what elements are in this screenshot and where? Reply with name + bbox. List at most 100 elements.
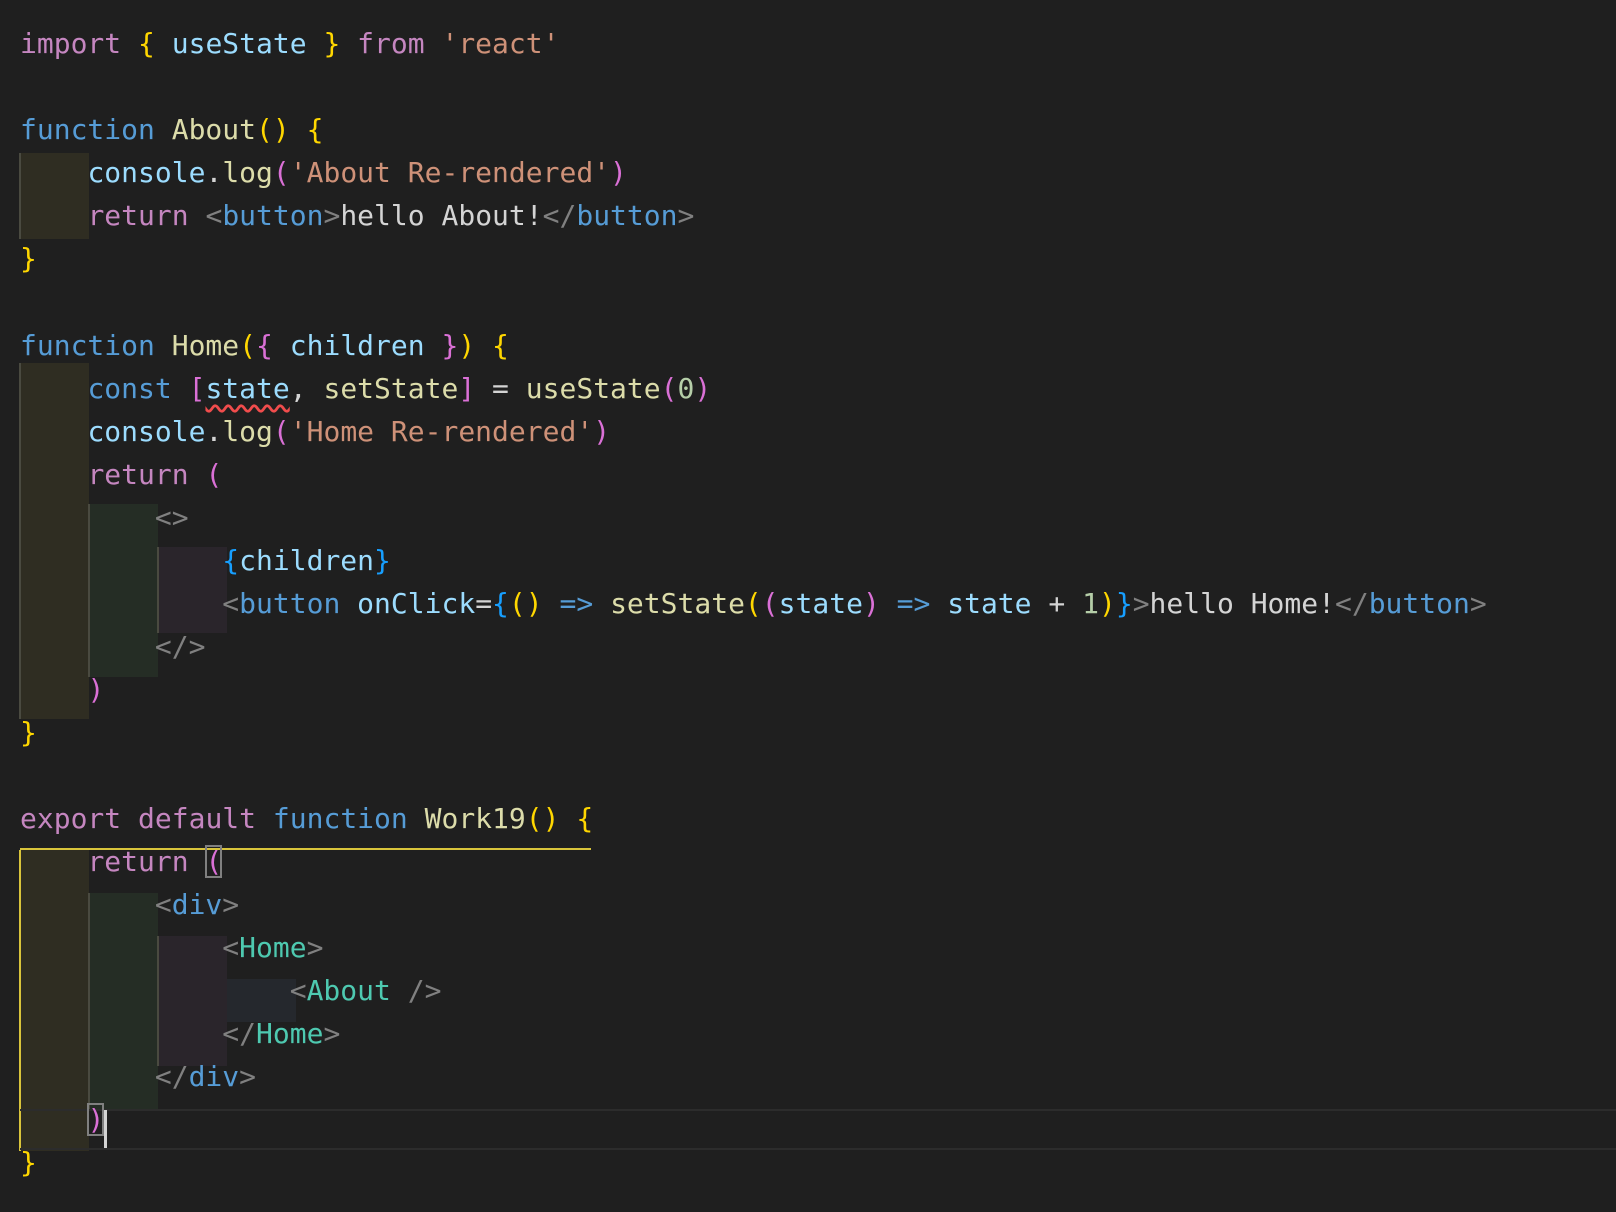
code-line-19[interactable]: export default function Work19() { xyxy=(20,797,593,840)
code-line-11[interactable]: return ( xyxy=(20,453,222,496)
code-token: ( xyxy=(744,587,762,620)
code-token: } xyxy=(323,27,341,60)
code-token: children xyxy=(289,329,425,362)
code-token: log xyxy=(222,156,273,189)
code-line-23[interactable]: <About /> xyxy=(20,969,442,1012)
code-line-1[interactable]: import { useState } from 'react' xyxy=(20,22,559,65)
code-line-26[interactable]: ) xyxy=(20,1098,105,1141)
code-token: } xyxy=(441,329,459,362)
code-line-5[interactable]: return <button>hello About!</button> xyxy=(20,194,694,237)
code-line-12[interactable]: <> xyxy=(20,496,189,539)
code-token: </> xyxy=(154,630,206,663)
code-editor[interactable]: import { useState } from 'react' function… xyxy=(0,0,1616,1212)
code-token: ) xyxy=(1098,587,1116,620)
code-token: button xyxy=(576,199,678,232)
code-token: ) xyxy=(593,415,611,448)
code-token: ( xyxy=(272,415,290,448)
code-token: ) xyxy=(87,673,105,706)
text-cursor xyxy=(104,1110,107,1148)
code-token: < xyxy=(222,587,240,620)
code-token: import xyxy=(20,27,122,60)
code-line-13[interactable]: {children} xyxy=(20,539,391,582)
code-token: > xyxy=(306,931,324,964)
code-token: <> xyxy=(154,501,189,534)
code-token: div xyxy=(171,888,223,921)
code-token: ( xyxy=(239,329,257,362)
code-line-25[interactable]: </div> xyxy=(20,1055,256,1098)
code-line-14[interactable]: <button onClick={() => setState((state) … xyxy=(20,582,1486,625)
code-token: Home xyxy=(239,931,307,964)
code-token: => xyxy=(896,587,931,620)
code-token: ) xyxy=(610,156,627,189)
code-line-4[interactable]: console.log('About Re-rendered') xyxy=(20,151,627,194)
code-token: [ xyxy=(188,372,206,405)
code-line-3[interactable]: function About() { xyxy=(20,108,323,151)
code-token: hello Home! xyxy=(1149,587,1335,620)
code-token: < xyxy=(222,931,240,964)
code-token: { xyxy=(256,329,273,362)
code-token: function xyxy=(272,802,408,835)
code-token: Home xyxy=(171,329,240,362)
code-token: { xyxy=(576,802,594,835)
code-token: > xyxy=(677,199,695,232)
code-token: from xyxy=(357,27,425,60)
code-token: } xyxy=(20,716,37,749)
code-line-22[interactable]: <Home> xyxy=(20,926,323,969)
code-token: state xyxy=(947,587,1032,620)
code-token: button xyxy=(1368,587,1470,620)
code-token: Work19 xyxy=(424,802,526,835)
code-token: button xyxy=(222,199,324,232)
code-token: { xyxy=(138,27,155,60)
code-token: 'react' xyxy=(441,27,560,60)
code-token: > xyxy=(1132,587,1150,620)
code-token: default xyxy=(138,802,257,835)
code-token: => xyxy=(559,587,594,620)
code-line-8[interactable]: function Home({ children }) { xyxy=(20,324,509,367)
code-token: const xyxy=(87,372,172,405)
code-line-20[interactable]: return ( xyxy=(20,840,223,883)
code-line-9[interactable]: const [state, setState] = useState(0) xyxy=(20,367,711,410)
code-token: onClick xyxy=(357,587,476,620)
code-line-21[interactable]: <div> xyxy=(20,883,239,926)
code-token: < xyxy=(154,888,172,921)
code-token: setState xyxy=(323,372,459,405)
code-token: ( xyxy=(761,587,779,620)
code-token: ( xyxy=(272,156,290,189)
code-token: Home xyxy=(256,1017,324,1050)
code-line-17[interactable]: } xyxy=(20,711,37,754)
code-token: < xyxy=(289,974,307,1007)
code-token: () xyxy=(508,587,543,620)
code-line-27[interactable]: } xyxy=(20,1141,37,1184)
code-line-10[interactable]: console.log('Home Re-rendered') xyxy=(20,410,610,453)
code-line-16[interactable]: ) xyxy=(20,668,104,711)
code-line-15[interactable]: </> xyxy=(20,625,206,668)
code-line-6[interactable]: } xyxy=(20,237,37,280)
code-token: ) xyxy=(862,587,880,620)
code-token: div xyxy=(188,1060,240,1093)
code-token: </ xyxy=(154,1060,189,1093)
code-line-24[interactable]: </Home> xyxy=(20,1012,340,1055)
code-token: log xyxy=(222,415,273,448)
